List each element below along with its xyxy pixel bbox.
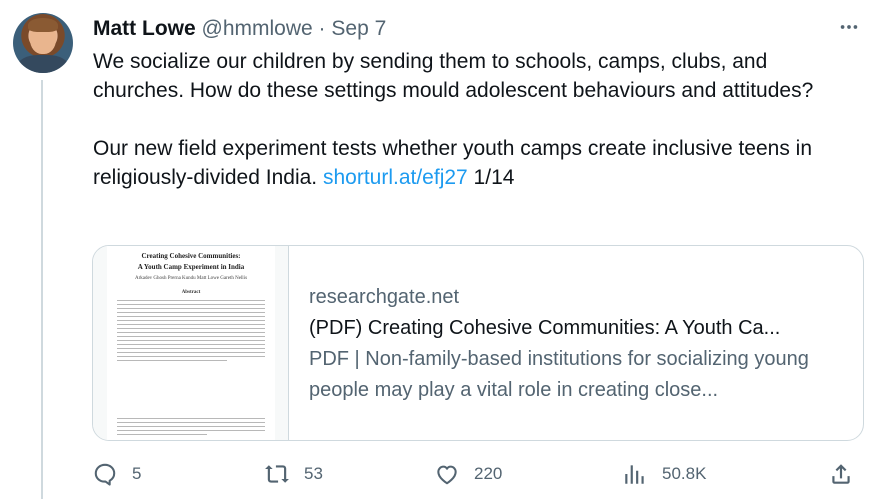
- more-button[interactable]: [836, 14, 862, 40]
- share-button[interactable]: [828, 458, 854, 490]
- thread-counter: 1/14: [467, 166, 515, 189]
- footnote-line: [117, 426, 265, 427]
- share-icon: [832, 464, 850, 484]
- text-line: [117, 320, 265, 321]
- paper-abstract-heading: Abstract: [181, 290, 201, 295]
- avatar[interactable]: [13, 13, 73, 73]
- text-line: [117, 360, 227, 361]
- footnote-line: [117, 422, 265, 423]
- more-icon: [840, 25, 858, 29]
- avatar-shirt: [17, 55, 69, 73]
- text-line: [117, 332, 265, 333]
- footnote-line: [117, 418, 265, 419]
- views-icon: [625, 465, 644, 484]
- retweet-icon: [265, 465, 289, 483]
- author-name[interactable]: Matt Lowe: [93, 17, 196, 40]
- separator-dot: ·: [318, 17, 326, 40]
- text-line: [117, 324, 265, 325]
- reply-count: 5: [132, 464, 142, 483]
- text-line: [117, 348, 265, 349]
- card-description: PDF | Non-family-based institutions for …: [309, 348, 809, 401]
- footnote-line: [117, 430, 265, 431]
- card-body: researchgate.net (PDF) Creating Cohesive…: [289, 246, 859, 440]
- text-line: [117, 312, 265, 313]
- card-domain: researchgate.net: [309, 286, 460, 308]
- reply-button[interactable]: 5: [92, 458, 141, 490]
- text-line: [117, 328, 265, 329]
- card-title: (PDF) Creating Cohesive Communities: A Y…: [309, 317, 781, 339]
- like-icon: [437, 465, 457, 485]
- author-handle[interactable]: @hmmlowe: [202, 17, 313, 40]
- tweet-date[interactable]: Sep 7: [331, 17, 386, 40]
- reply-icon: [94, 463, 116, 486]
- text-line: [117, 344, 265, 345]
- paper-preview: Creating Cohesive Communities: A Youth C…: [107, 246, 275, 440]
- text-line: [117, 356, 265, 357]
- views-count: 50.8K: [662, 464, 707, 483]
- retweet-count: 53: [304, 464, 323, 483]
- text-line: [117, 300, 265, 301]
- paper-title-line2: A Youth Camp Experiment in India: [137, 263, 245, 271]
- paper-authors: Arkadev Ghosh Prerna Kundu Matt Lowe Gar…: [134, 276, 248, 281]
- thread-line: [41, 80, 43, 499]
- text-line: [117, 352, 265, 353]
- avatar-hair: [28, 18, 58, 32]
- text-line: [117, 316, 265, 317]
- tweet-link[interactable]: shorturl.at/efj27: [323, 166, 468, 189]
- views-button[interactable]: 50.8K: [622, 458, 706, 490]
- text-line: [117, 340, 265, 341]
- action-bar: 5 53 220 50.8K: [92, 458, 862, 490]
- link-card[interactable]: Creating Cohesive Communities: A Youth C…: [92, 245, 864, 441]
- like-button[interactable]: 220: [434, 458, 502, 490]
- card-thumbnail[interactable]: Creating Cohesive Communities: A Youth C…: [93, 246, 289, 440]
- tweet-text: We socialize our children by sending the…: [93, 47, 853, 192]
- tweet-header: Matt Lowe @hmmlowe · Sep 7: [93, 16, 386, 42]
- retweet-button[interactable]: 53: [264, 458, 323, 490]
- like-count: 220: [474, 464, 503, 483]
- paper-title-line1: Creating Cohesive Communities:: [141, 252, 241, 260]
- text-line: [117, 308, 265, 309]
- text-line: [117, 336, 265, 337]
- footnote-line: [117, 434, 207, 435]
- text-line: [117, 304, 265, 305]
